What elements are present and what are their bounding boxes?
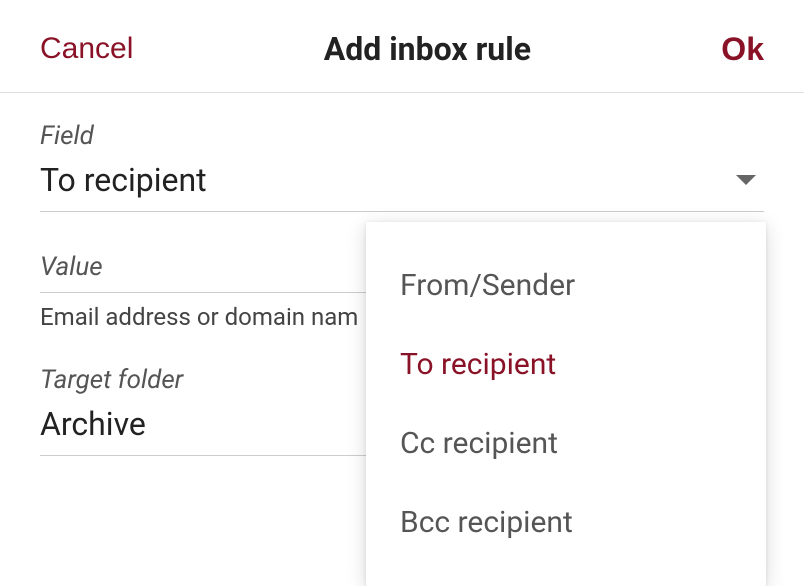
ok-button[interactable]: Ok [721, 31, 764, 68]
field-select[interactable]: To recipient [40, 157, 764, 212]
dropdown-item-bcc-recipient[interactable]: Bcc recipient [366, 483, 766, 562]
chevron-down-icon [736, 175, 756, 185]
dropdown-item-cc-recipient[interactable]: Cc recipient [366, 404, 766, 483]
dialog-header: Cancel Add inbox rule Ok [0, 0, 804, 93]
field-selected-value: To recipient [40, 161, 207, 199]
target-folder-value: Archive [40, 405, 146, 443]
dropdown-item-to-recipient[interactable]: To recipient [366, 325, 766, 404]
field-label: Field [40, 121, 764, 151]
field-dropdown-menu: From/Sender To recipient Cc recipient Bc… [366, 222, 766, 586]
cancel-button[interactable]: Cancel [40, 32, 133, 66]
dialog-title: Add inbox rule [324, 30, 531, 68]
dropdown-item-from-sender[interactable]: From/Sender [366, 246, 766, 325]
field-group: Field To recipient [40, 121, 764, 212]
